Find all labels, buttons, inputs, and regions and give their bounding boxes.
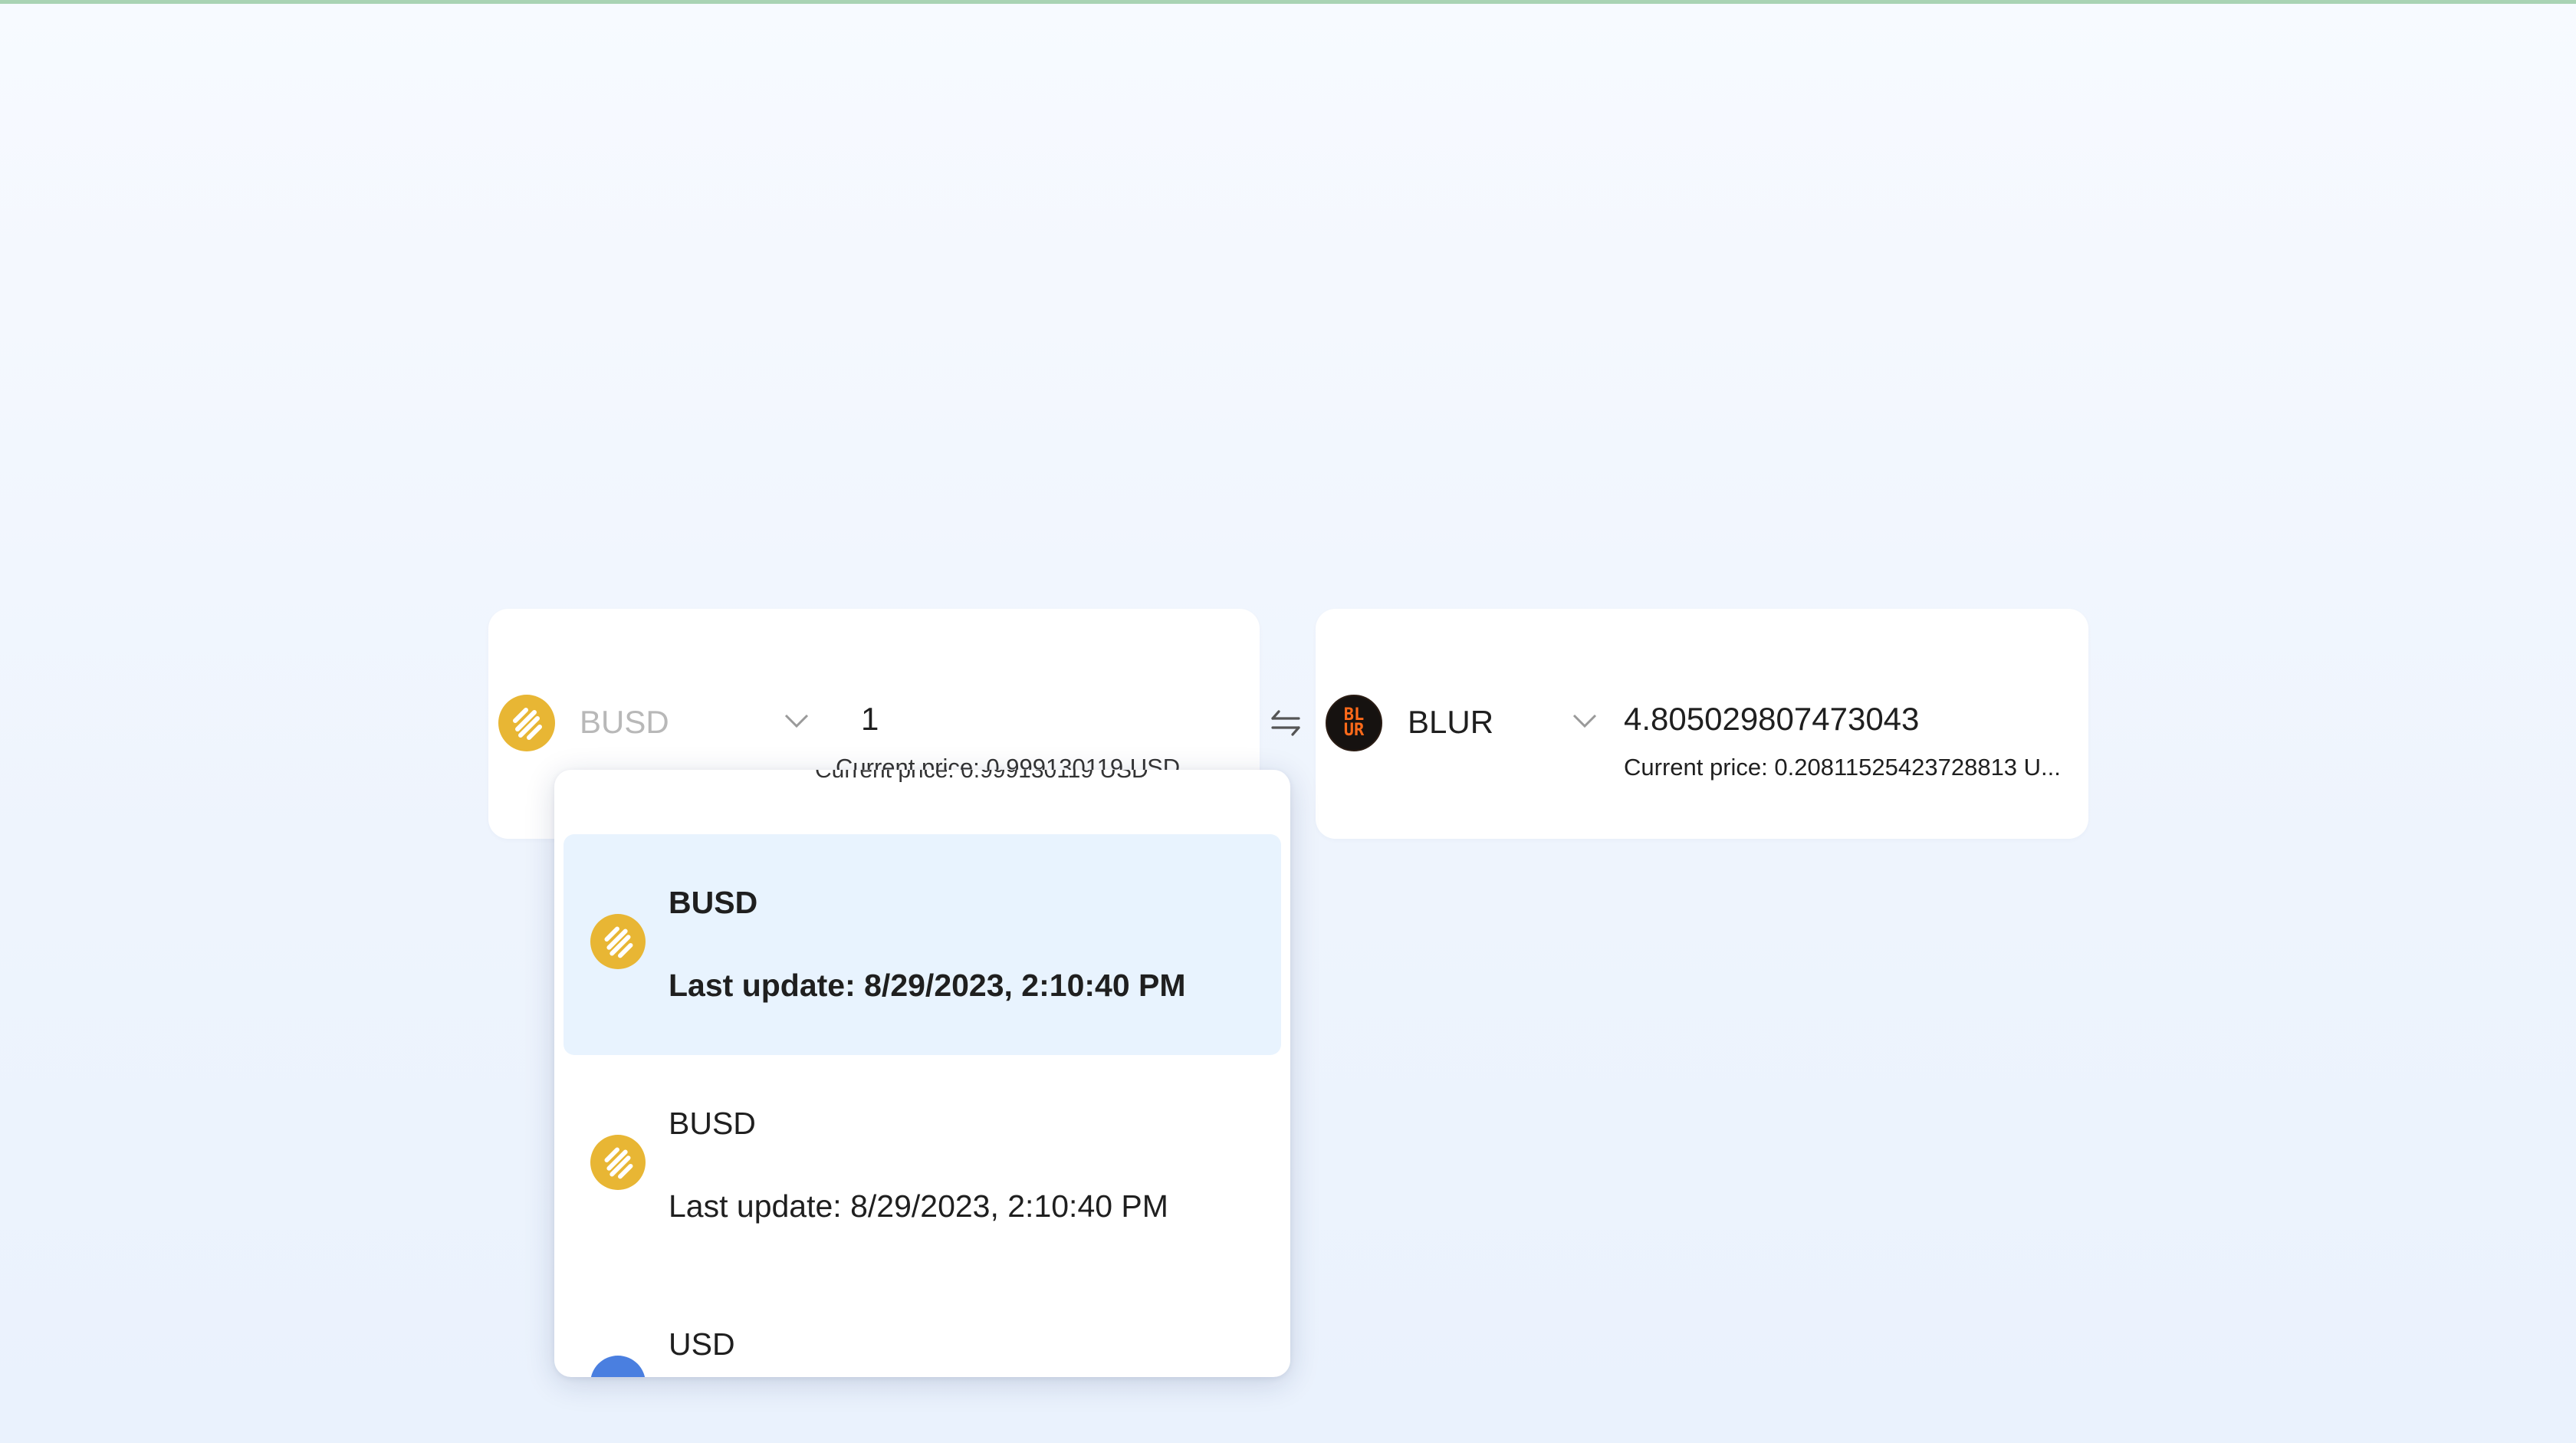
usd-coin-icon xyxy=(590,1356,646,1377)
busd-coin-icon xyxy=(590,1135,646,1190)
window-top-border xyxy=(0,0,2576,4)
busd-coin-icon xyxy=(590,914,646,969)
to-chevron-down-icon[interactable] xyxy=(1572,707,1598,733)
from-token-select[interactable]: BUSD xyxy=(580,704,669,741)
option-last-update: Last update: 8/29/2023, 2:10:40 PM xyxy=(669,968,1186,1003)
dropdown-option-usd[interactable]: USD xyxy=(564,1276,1281,1377)
to-token-select[interactable]: BLUR xyxy=(1408,704,1493,741)
to-current-price: Current price: 0.20811525423728813 U... xyxy=(1624,754,2061,781)
option-last-update: Last update: 8/29/2023, 2:10:40 PM xyxy=(669,1188,1168,1224)
to-amount-input[interactable]: 4.805029807473043 xyxy=(1624,701,1919,738)
from-amount-input[interactable]: 1 xyxy=(861,701,879,738)
clipped-price-text: Current price: 0.999130119 USD xyxy=(815,770,1148,783)
busd-coin-icon xyxy=(498,695,555,751)
token-dropdown-list[interactable]: Current price: 0.999130119 USD BUSD Last… xyxy=(554,770,1290,1377)
blur-coin-icon: BL UR xyxy=(1326,695,1382,751)
option-symbol: BUSD xyxy=(669,1106,756,1141)
from-chevron-down-icon[interactable] xyxy=(784,707,810,733)
swap-arrows-icon[interactable] xyxy=(1268,705,1303,741)
option-symbol: USD xyxy=(669,1326,735,1362)
dropdown-option-busd[interactable]: BUSD Last update: 8/29/2023, 2:10:40 PM xyxy=(564,1055,1281,1276)
dropdown-option-busd-selected[interactable]: BUSD Last update: 8/29/2023, 2:10:40 PM xyxy=(564,834,1281,1055)
option-symbol: BUSD xyxy=(669,885,758,920)
